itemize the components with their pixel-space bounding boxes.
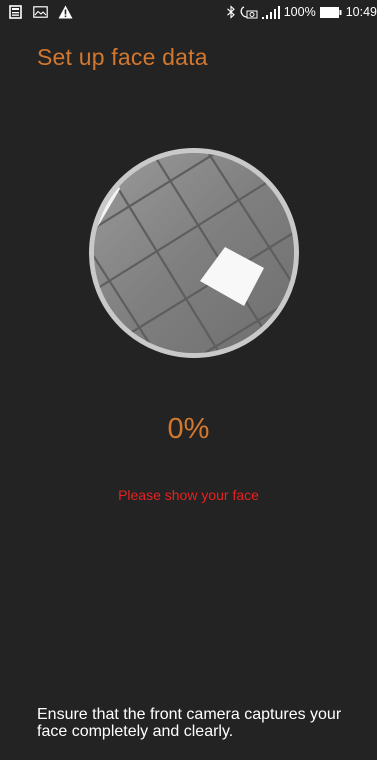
camera-feed-image: [94, 153, 294, 353]
image-icon: [33, 6, 48, 18]
volte-icon: [240, 5, 258, 19]
signal-icon: [261, 5, 280, 19]
news-icon: [9, 5, 23, 19]
battery-percent: 100%: [283, 5, 316, 19]
page-title: Set up face data: [37, 44, 208, 70]
status-bar-left: [9, 5, 73, 19]
status-time: 10:49: [345, 5, 377, 19]
warning-icon: [58, 5, 73, 19]
battery-full-icon: [319, 6, 342, 18]
face-hint-message: Please show your face: [118, 487, 259, 503]
bluetooth-icon: [226, 5, 236, 19]
instructions-text: Ensure that the front camera captures yo…: [37, 706, 342, 740]
progress-percent: 0%: [167, 413, 210, 445]
camera-preview: [89, 148, 299, 358]
status-bar: 100% 10:49: [0, 0, 377, 26]
status-bar-right: 100% 10:49: [226, 5, 377, 19]
